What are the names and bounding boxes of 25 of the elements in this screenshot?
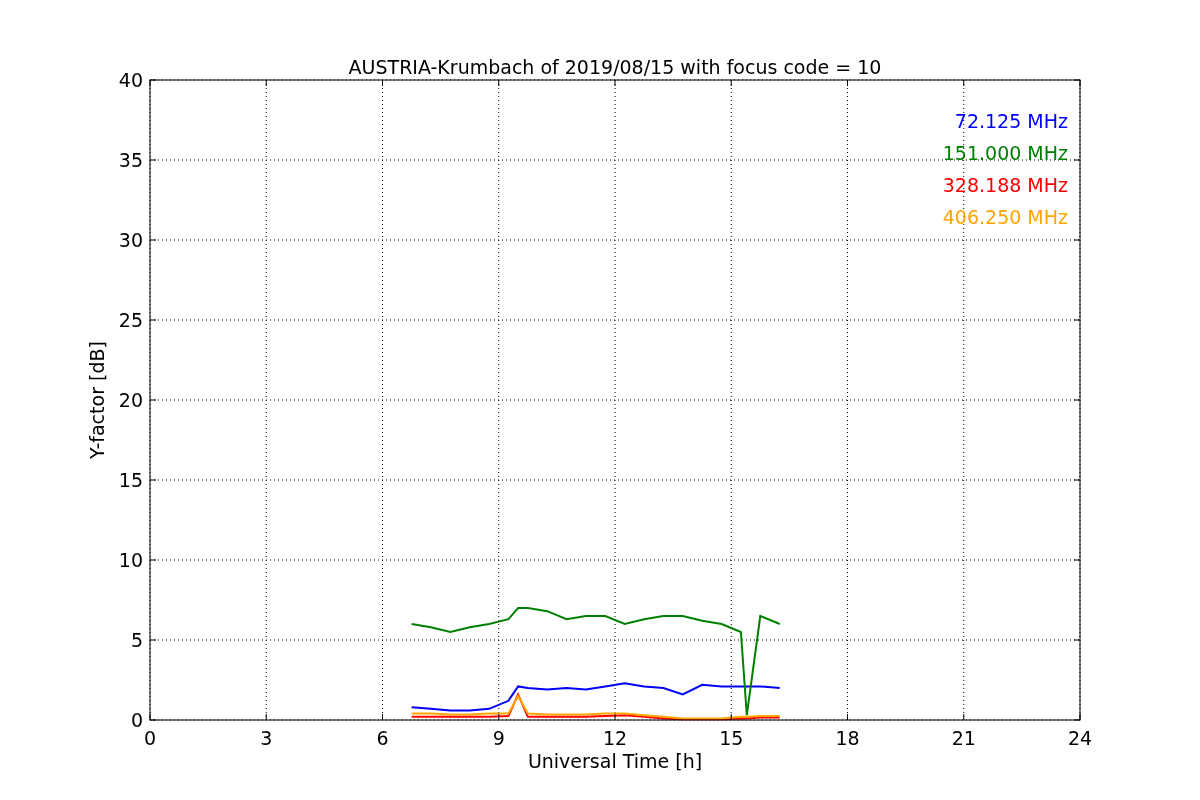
x-axis-label: Universal Time [h] — [527, 750, 703, 772]
y-tick-label: 15 — [118, 469, 143, 491]
x-tick-label: 0 — [143, 727, 157, 749]
y-tick-label: 25 — [118, 309, 143, 331]
chart-title: AUSTRIA-Krumbach of 2019/08/15 with focus code = 10 — [348, 56, 882, 78]
legend-label: 328.188 MHz — [942, 174, 1068, 196]
x-tick-label: 6 — [376, 727, 389, 749]
y-tick-label: 35 — [118, 149, 143, 171]
y-tick-label: 10 — [118, 549, 143, 571]
y-tick-label: 40 — [118, 69, 143, 91]
x-tick-label: 15 — [719, 727, 744, 749]
y-tick-label: 30 — [118, 229, 143, 251]
legend-label: 151.000 MHz — [942, 142, 1068, 164]
y-tick-label: 20 — [118, 389, 143, 411]
x-tick-label: 9 — [492, 727, 505, 749]
x-tick-label: 24 — [1067, 727, 1093, 749]
y-axis-label: Y-factor [dB] — [86, 341, 108, 459]
legend-label: 406.250 MHz — [942, 206, 1068, 228]
x-tick-label: 12 — [602, 727, 628, 749]
x-tick-label: 21 — [951, 727, 976, 749]
legend-label: 72.125 MHz — [954, 110, 1068, 132]
y-tick-label: 5 — [130, 629, 143, 651]
y-tick-label: 0 — [130, 709, 143, 731]
x-tick-label: 18 — [835, 727, 860, 749]
x-tick-label: 3 — [260, 727, 273, 749]
